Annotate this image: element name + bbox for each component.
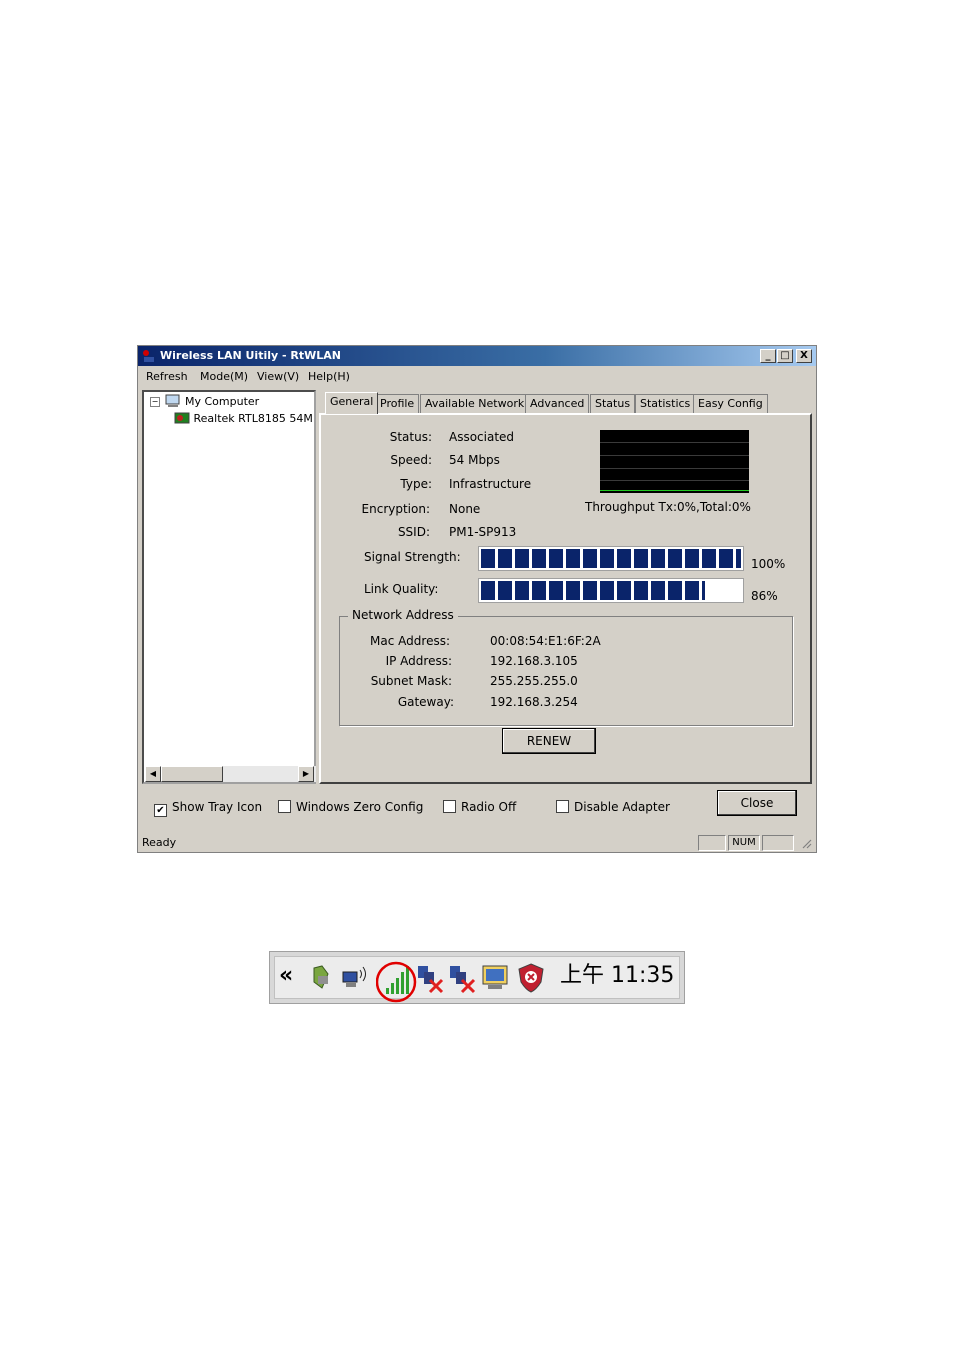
maximize-button[interactable]: □ [777, 349, 793, 363]
ssid-value: PM1-SP913 [449, 525, 517, 539]
encryption-value: None [449, 502, 481, 516]
speed-label: Speed: [390, 453, 432, 467]
status-text: Ready [142, 836, 177, 849]
disable-adapter-option[interactable]: Disable Adapter [556, 800, 670, 814]
signal-strength-label: Signal Strength: [364, 550, 461, 564]
network-disconnected-icon[interactable] [416, 962, 446, 994]
tree-label-adapter: Realtek RTL8185 54M [193, 412, 313, 425]
tab-advanced[interactable]: Advanced [525, 394, 590, 413]
tab-available-network[interactable]: Available Network [420, 394, 530, 413]
gateway-label: Gateway: [397, 695, 454, 709]
minimize-button[interactable]: _ [760, 349, 776, 363]
type-label: Type: [400, 477, 432, 491]
collapse-icon[interactable]: − [150, 397, 160, 407]
wireless-lan-utility-window: Wireless LAN Uitily - RtWLAN _ □ X Refre… [137, 345, 817, 853]
menu-help[interactable]: Help(H) [308, 367, 350, 387]
signal-strength-percent: 100% [751, 557, 786, 571]
signal-strength-icon[interactable] [376, 958, 420, 1004]
security-shield-icon[interactable] [516, 962, 546, 994]
resize-grip-icon[interactable] [800, 837, 812, 849]
computer-icon [165, 394, 179, 407]
ssid-label: SSID: [397, 525, 430, 539]
mac-address-value: 00:08:54:E1:6F:2A [490, 634, 601, 648]
ip-address-value: 192.168.3.105 [490, 654, 578, 668]
tray-expand-icon[interactable]: « [279, 964, 293, 988]
status-pane-empty-2 [762, 835, 794, 851]
tray-clock[interactable]: 上午 11:35 [560, 962, 674, 990]
tree-label-my-computer: My Computer [185, 395, 260, 408]
network-address-group: Network Address [339, 608, 793, 726]
gateway-value: 192.168.3.254 [490, 695, 578, 709]
subnet-mask-label: Subnet Mask: [370, 674, 452, 688]
windows-zero-config-label: Windows Zero Config [296, 800, 424, 814]
tree-horizontal-scrollbar[interactable]: ◀ ▶ [145, 766, 316, 782]
tab-general[interactable]: General [325, 392, 379, 414]
network-adapter-icon [174, 412, 190, 424]
status-pane-empty [698, 835, 726, 851]
tab-profile[interactable]: Profile [375, 394, 420, 413]
tab-status[interactable]: Status [590, 394, 636, 413]
network-disconnected-icon-2[interactable] [448, 962, 478, 994]
close-window-button[interactable]: X [796, 349, 812, 363]
tab-statistics[interactable]: Statistics [635, 394, 696, 413]
throughput-graph [600, 430, 749, 493]
throughput-caption: Throughput Tx:0%,Total:0% [585, 500, 751, 514]
status-value: Associated [449, 430, 515, 444]
windows-zero-config-checkbox[interactable] [278, 800, 291, 813]
show-tray-icon-label: Show Tray Icon [172, 800, 263, 814]
tree-node-adapter[interactable]: Realtek RTL8185 54M [174, 411, 314, 425]
menu-refresh[interactable]: Refresh [146, 367, 188, 387]
menu-mode[interactable]: Mode(M) [200, 367, 248, 387]
throughput-value: Tx:0%,Total:0% [658, 500, 751, 514]
signal-strength-fill [481, 549, 741, 568]
system-tray: « 上午 11:35 [269, 951, 685, 1004]
encryption-label: Encryption: [361, 502, 430, 516]
radio-off-label: Radio Off [461, 800, 517, 814]
scroll-left-button[interactable]: ◀ [145, 766, 161, 782]
subnet-mask-value: 255.255.255.0 [490, 674, 578, 688]
app-icon [143, 350, 154, 362]
title-bar[interactable]: Wireless LAN Uitily - RtWLAN _ □ X [138, 346, 816, 366]
signal-strength-bar [478, 546, 744, 571]
ip-address-label: IP Address: [385, 654, 452, 668]
menu-view[interactable]: View(V) [257, 367, 299, 387]
num-lock-indicator: NUM [728, 835, 760, 851]
status-label: Status: [389, 430, 432, 444]
radio-off-option[interactable]: Radio Off [443, 800, 516, 814]
scroll-right-button[interactable]: ▶ [298, 766, 314, 782]
adapter-tree[interactable]: − My Computer Realtek RTL8185 54M ◀ ▶ [142, 390, 316, 784]
link-quality-bar [478, 578, 744, 603]
wireless-network-icon[interactable] [340, 964, 372, 992]
mac-address-label: Mac Address: [370, 634, 450, 648]
link-quality-fill [481, 581, 705, 600]
radio-off-checkbox[interactable] [443, 800, 456, 813]
disable-adapter-checkbox[interactable] [556, 800, 569, 813]
windows-zero-config-option[interactable]: Windows Zero Config [278, 800, 423, 814]
throughput-label: Throughput [585, 500, 655, 514]
safely-remove-icon[interactable] [308, 964, 334, 992]
scroll-thumb[interactable] [161, 766, 223, 782]
display-icon[interactable] [480, 963, 510, 993]
link-quality-percent: 86% [751, 589, 778, 603]
show-tray-icon-checkbox[interactable]: ✔ [154, 804, 167, 817]
tab-easy-config[interactable]: Easy Config [693, 394, 768, 413]
renew-button[interactable]: RENEW [502, 728, 596, 754]
speed-value: 54 Mbps [449, 453, 500, 467]
window-title: Wireless LAN Uitily - RtWLAN [160, 349, 341, 362]
menu-bar: Refresh Mode(M) View(V) Help(H) [138, 367, 816, 387]
disable-adapter-label: Disable Adapter [574, 800, 670, 814]
throughput-baseline [600, 490, 749, 491]
link-quality-label: Link Quality: [364, 582, 439, 596]
type-value: Infrastructure [449, 477, 532, 491]
network-address-title: Network Address [348, 608, 458, 622]
status-bar: Ready NUM [138, 833, 816, 852]
tree-node-my-computer[interactable]: − My Computer [150, 394, 259, 408]
close-button[interactable]: Close [717, 790, 797, 816]
show-tray-icon-option[interactable]: ✔ Show Tray Icon [154, 800, 262, 817]
